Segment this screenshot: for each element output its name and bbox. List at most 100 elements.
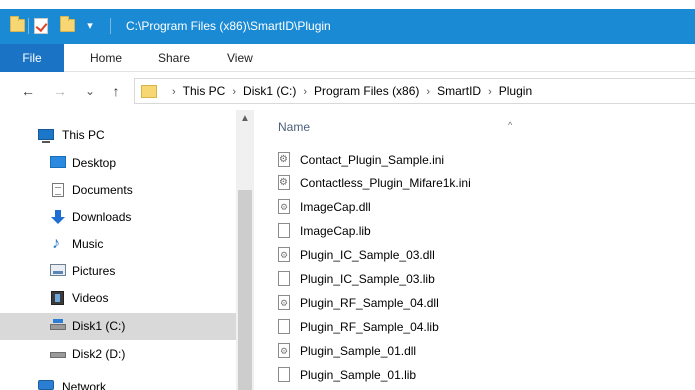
sidebar-item-this-pc[interactable]: This PC [0, 122, 236, 149]
settings-file-icon [278, 175, 290, 190]
dll-file-icon [278, 247, 290, 262]
sidebar-item-label: Disk2 (D:) [72, 347, 126, 361]
desktop-icon [50, 156, 66, 168]
breadcrumb-plugin[interactable]: Plugin [499, 79, 532, 103]
music-icon: ♪ [52, 235, 60, 252]
tab-home[interactable]: Home [90, 44, 122, 72]
settings-file-icon [278, 152, 290, 167]
file-name: Contactless_Plugin_Mifare1k.ini [300, 176, 471, 190]
sidebar-item-documents[interactable]: Documents [0, 177, 236, 204]
sidebar-item-downloads[interactable]: Downloads [0, 204, 236, 231]
forward-arrow-icon[interactable]: → [50, 81, 70, 101]
address-bar[interactable]: › This PC › Disk1 (C:) › Program Files (x86) ›… [134, 78, 695, 104]
breadcrumb-separator-icon: › [172, 86, 176, 98]
sort-ascending-icon: ^ [508, 120, 513, 130]
file-icon [278, 319, 290, 334]
title-bar: ▾ C:\Program Files (x86)\SmartID\Plugin [0, 0, 695, 44]
videos-icon [51, 291, 64, 305]
list-item[interactable]: Plugin_Sample_01.dll [278, 340, 695, 363]
list-item[interactable]: Contactless_Plugin_Mifare1k.ini [278, 172, 695, 195]
sidebar-item-label: Pictures [72, 264, 116, 278]
breadcrumb-program-files[interactable]: Program Files (x86) [314, 79, 419, 103]
tab-share[interactable]: Share [158, 44, 190, 72]
network-icon [38, 380, 54, 390]
sidebar-item-desktop[interactable]: Desktop [0, 150, 236, 177]
navigation-pane: This PC Desktop Documents Downloads ♪ Mu… [0, 110, 254, 390]
recent-locations-icon[interactable]: ⌄ [82, 81, 98, 101]
back-arrow-icon[interactable]: ← [18, 81, 38, 101]
navigation-pane-scrollbar[interactable]: ▲ [236, 110, 254, 390]
column-header-name[interactable]: Name ^ [278, 120, 512, 134]
dll-file-icon [278, 199, 290, 214]
scrollbar-thumb[interactable] [238, 190, 252, 390]
breadcrumb-separator-icon: › [232, 86, 237, 98]
file-name: Plugin_RF_Sample_04.lib [300, 320, 439, 334]
file-name: Plugin_Sample_01.dll [300, 344, 417, 358]
sidebar-item-pictures[interactable]: Pictures [0, 258, 236, 285]
toolbar-separator [110, 18, 111, 34]
breadcrumb-separator-icon: › [303, 86, 308, 98]
ribbon-tabs: File Home Share View [0, 44, 695, 72]
toolbar-separator [28, 18, 29, 34]
list-item[interactable]: ImageCap.dll [278, 196, 695, 219]
file-list: Name ^ Contact_Plugin_Sample.ini Contact… [254, 110, 695, 390]
list-item[interactable]: ImageCap.lib [278, 220, 695, 243]
list-item[interactable]: Plugin_IC_Sample_03.dll [278, 244, 695, 267]
sidebar-item-label: Videos [72, 291, 109, 305]
breadcrumb-smartid[interactable]: SmartID [437, 79, 481, 103]
sidebar-item-label: Downloads [72, 210, 132, 224]
scroll-up-icon[interactable]: ▲ [236, 110, 254, 128]
sidebar-item-videos[interactable]: Videos [0, 285, 236, 312]
quick-access-dropdown-icon[interactable]: ▾ [84, 19, 96, 33]
up-arrow-icon[interactable]: ↑ [106, 81, 126, 101]
sidebar-item-label: Desktop [72, 156, 117, 170]
computer-icon [38, 129, 54, 143]
navigation-bar: ← → ⌄ ↑ › This PC › Disk1 (C:) › Program File… [0, 72, 695, 110]
file-name: Contact_Plugin_Sample.ini [300, 153, 445, 167]
file-name: ImageCap.lib [300, 224, 371, 238]
sidebar-item-music[interactable]: ♪ Music [0, 231, 236, 258]
file-icon [278, 271, 290, 286]
sidebar-item-label: Disk1 (C:) [72, 319, 126, 333]
list-item[interactable]: Plugin_IC_Sample_03.lib [278, 268, 695, 291]
sidebar-item-label: Network [62, 380, 107, 390]
file-name: Plugin_Sample_01.lib [300, 368, 417, 382]
breadcrumb-disk1[interactable]: Disk1 (C:) [243, 79, 296, 103]
folder-icon [141, 85, 157, 98]
properties-icon[interactable] [34, 18, 48, 34]
sidebar-item-label: This PC [62, 128, 105, 142]
downloads-icon [50, 210, 66, 224]
new-folder-icon[interactable] [60, 16, 75, 32]
file-name: ImageCap.dll [300, 200, 371, 214]
breadcrumb: › This PC › Disk1 (C:) › Program Files (x86) ›… [165, 79, 532, 103]
file-icon [278, 367, 290, 382]
file-name: Plugin_RF_Sample_04.dll [300, 296, 439, 310]
file-name: Plugin_IC_Sample_03.lib [300, 272, 435, 286]
sidebar-item-network[interactable]: Network [0, 374, 236, 390]
list-item[interactable]: Plugin_RF_Sample_04.lib [278, 316, 695, 339]
list-item[interactable]: Contact_Plugin_Sample.ini [278, 149, 695, 172]
column-header-label: Name [278, 120, 311, 134]
dll-file-icon [278, 343, 290, 358]
tab-view[interactable]: View [227, 44, 253, 72]
file-icon [278, 223, 290, 238]
sidebar-item-label: Music [72, 237, 104, 251]
list-item[interactable]: Plugin_RF_Sample_04.dll [278, 292, 695, 315]
tab-file[interactable]: File [0, 44, 64, 72]
sidebar-item-label: Documents [72, 183, 133, 197]
drive-icon [50, 319, 66, 330]
dll-file-icon [278, 295, 290, 310]
documents-icon [52, 183, 64, 197]
breadcrumb-separator-icon: › [488, 86, 492, 98]
breadcrumb-separator-icon: › [426, 86, 431, 98]
breadcrumb-this-pc[interactable]: This PC [183, 79, 226, 103]
title-bar-top-strip [0, 0, 695, 9]
file-name: Plugin_IC_Sample_03.dll [300, 248, 435, 262]
sidebar-item-disk2[interactable]: Disk2 (D:) [0, 341, 236, 368]
list-item[interactable]: Plugin_Sample_01.lib [278, 364, 695, 387]
window-title: C:\Program Files (x86)\SmartID\Plugin [126, 19, 331, 33]
folder-icon[interactable] [10, 16, 25, 32]
sidebar-item-disk1[interactable]: Disk1 (C:) [0, 313, 236, 340]
pictures-icon [50, 264, 66, 276]
drive-icon [50, 352, 66, 358]
